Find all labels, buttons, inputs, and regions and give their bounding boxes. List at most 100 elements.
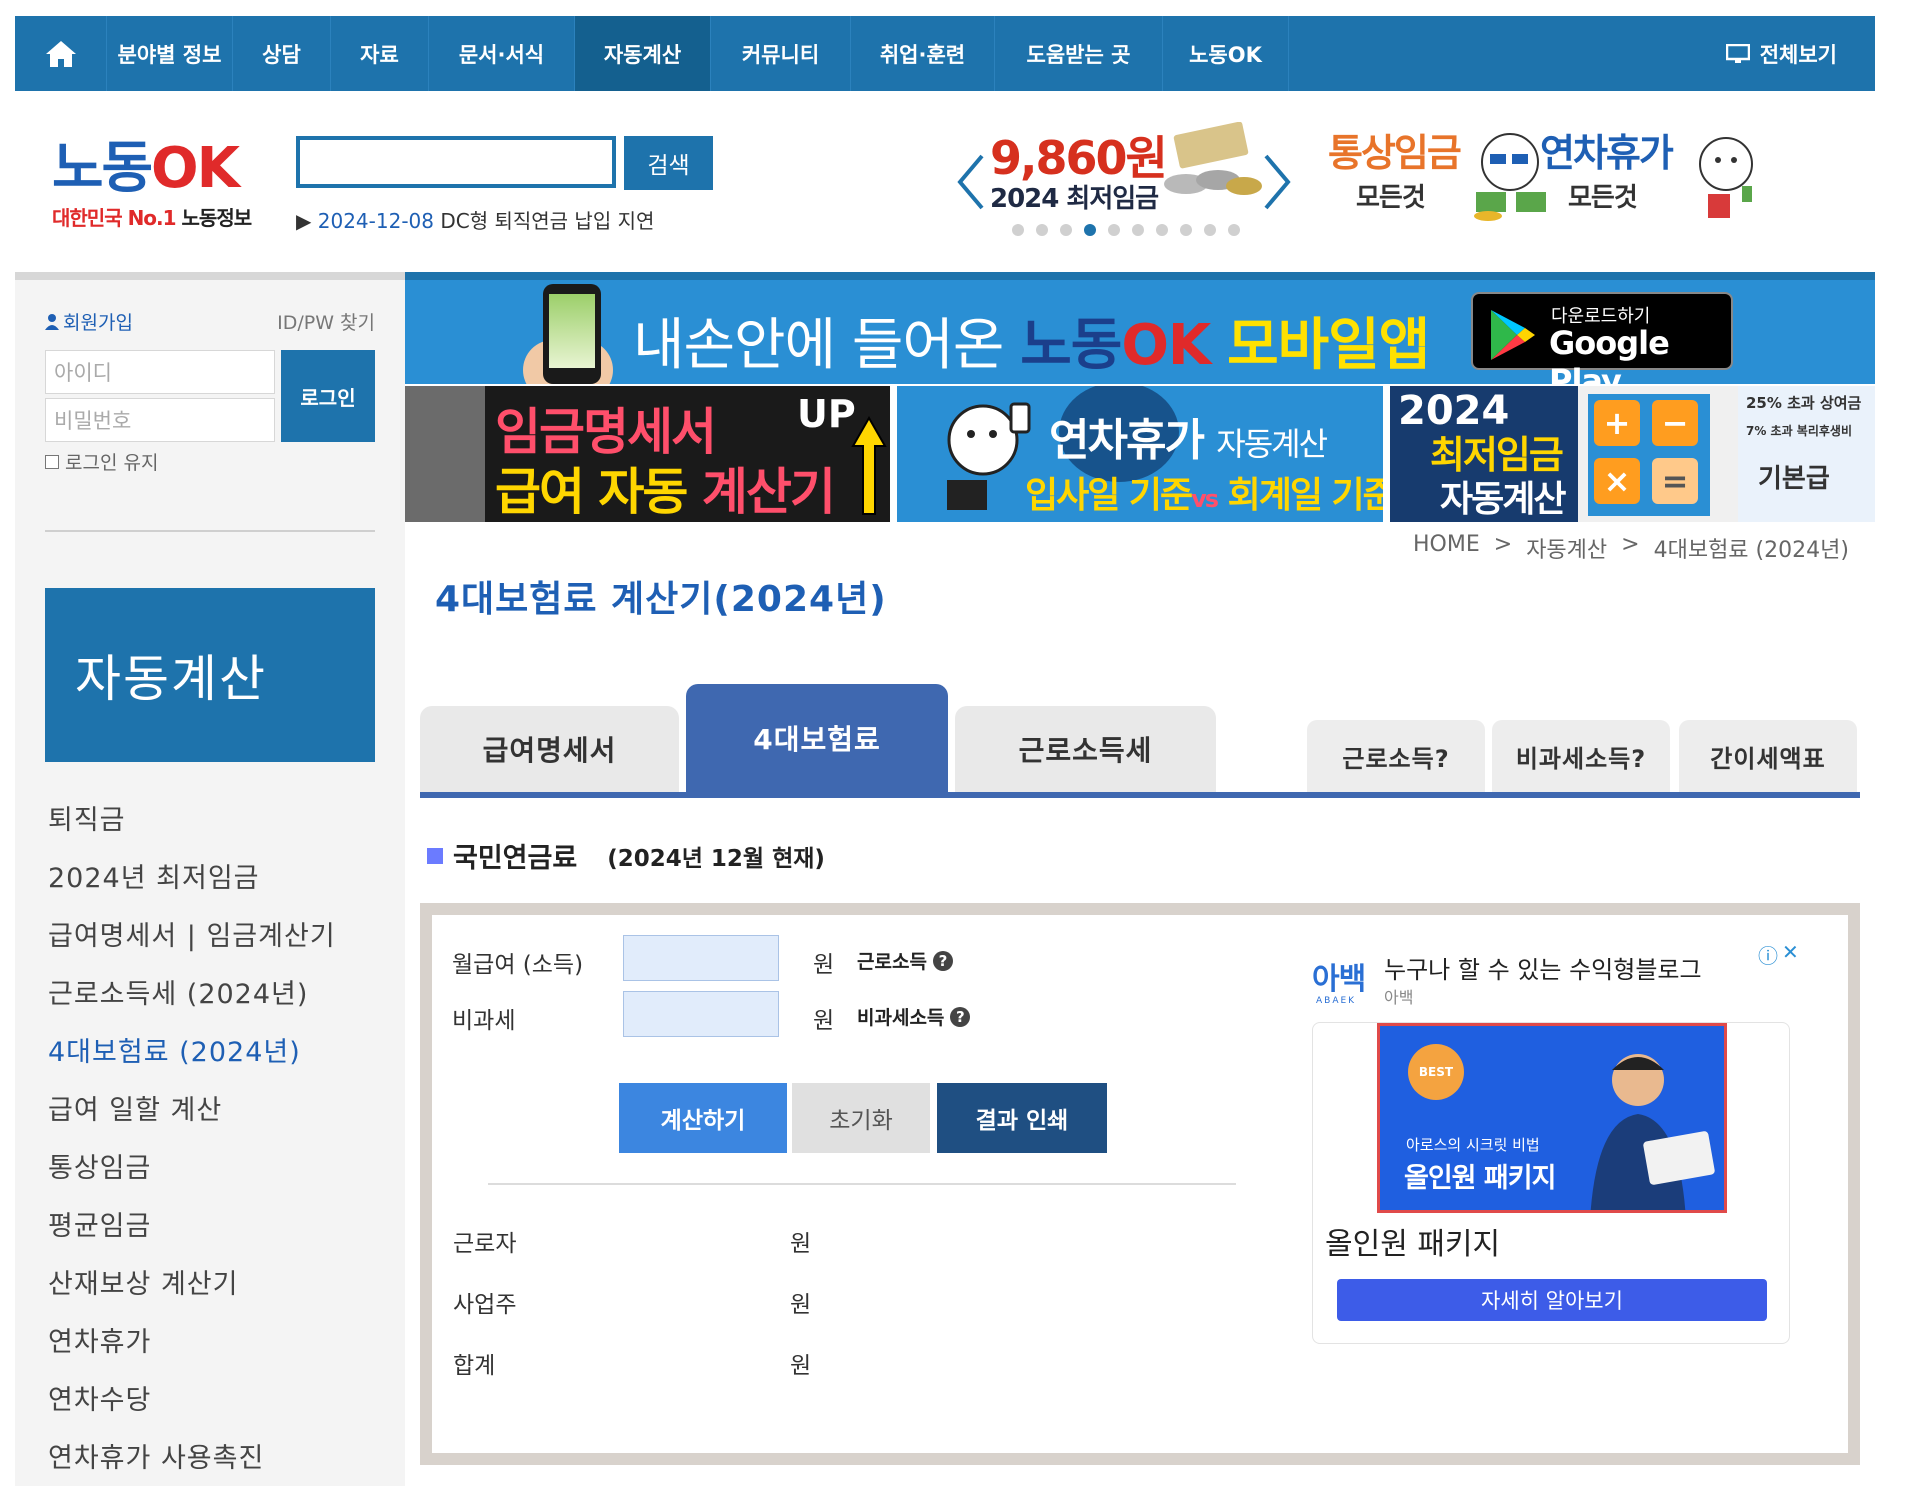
sidebar-item-severance[interactable]: 퇴직금 bbox=[48, 792, 336, 850]
leave-banner-small: 자동계산 bbox=[1216, 425, 1328, 463]
tab-nontax-income-help[interactable]: 비과세소득? bbox=[1492, 720, 1670, 792]
breadcrumb-home[interactable]: HOME bbox=[1413, 532, 1480, 564]
ad-choices[interactable]: ⓘ ✕ bbox=[1758, 940, 1799, 969]
sidebar-top-line bbox=[15, 272, 405, 280]
slider-dot[interactable] bbox=[1156, 224, 1168, 236]
ad-headline[interactable]: 누구나 할 수 있는 수익형블로그 bbox=[1384, 950, 1702, 985]
nontax-income-help[interactable]: 비과세소득 ? bbox=[857, 1003, 971, 1030]
close-icon[interactable]: ✕ bbox=[1782, 940, 1799, 969]
slider-dot-active[interactable] bbox=[1084, 224, 1096, 236]
nav-resources[interactable]: 자료 bbox=[331, 16, 429, 91]
sidebar-item-daily-pay[interactable]: 급여 일할 계산 bbox=[48, 1082, 336, 1140]
app-banner-brand-ko: 노동 bbox=[1020, 313, 1122, 378]
monitor-icon bbox=[1725, 43, 1750, 63]
calculate-button[interactable]: 계산하기 bbox=[619, 1083, 787, 1153]
breadcrumb-auto-calc[interactable]: 자동계산 bbox=[1526, 532, 1607, 564]
nav-documents[interactable]: 문서·서식 bbox=[429, 16, 575, 91]
wage-paper-image: 25% 초과 상여금 7% 초과 복리후생비 기본급 bbox=[1738, 386, 1875, 522]
nav-jobs[interactable]: 취업·훈련 bbox=[851, 16, 995, 91]
slider-next-icon[interactable] bbox=[1262, 152, 1292, 212]
slider-dot[interactable] bbox=[1180, 224, 1192, 236]
find-id-pw-link[interactable]: ID/PW 찾기 bbox=[277, 308, 375, 335]
slider-dot[interactable] bbox=[1204, 224, 1216, 236]
promo-ordinary-wage[interactable]: 통상임금 모든것 bbox=[1328, 122, 1546, 232]
google-play-button[interactable]: 다운로드하기 Google Play bbox=[1471, 292, 1733, 384]
slider-dot[interactable] bbox=[1132, 224, 1144, 236]
ad-image[interactable]: BEST 아로스의 시크릿 비법 올인원 패키지 bbox=[1377, 1023, 1727, 1213]
sidebar: 회원가입 ID/PW 찾기 아이디 비밀번호 로그인 로그인 유지 자동계산 퇴… bbox=[15, 272, 405, 1486]
info-icon[interactable]: ⓘ bbox=[1758, 940, 1778, 969]
tab-earned-income-help[interactable]: 근로소득? bbox=[1307, 720, 1485, 792]
sidebar-item-income-tax[interactable]: 근로소득세 (2024년) bbox=[48, 966, 336, 1024]
min-wage-calculator-banner[interactable]: 2024 최저임금 자동계산 + − × = 25% 초과 상여금 7% 초과 … bbox=[1390, 386, 1875, 522]
question-icon[interactable]: ? bbox=[932, 950, 953, 971]
slider-dot[interactable] bbox=[1012, 224, 1024, 236]
nav-community[interactable]: 커뮤니티 bbox=[711, 16, 851, 91]
payslip-calculator-banner[interactable]: 임금명세서 급여 자동 계산기 UP bbox=[405, 386, 890, 522]
pay-banner-up: UP bbox=[797, 392, 856, 436]
tab-income-tax[interactable]: 근로소득세 bbox=[955, 706, 1216, 792]
nav-field-info[interactable]: 분야별 정보 bbox=[107, 16, 233, 91]
user-icon bbox=[45, 313, 59, 330]
paper-line1: 25% 초과 상여금 bbox=[1746, 394, 1862, 412]
mobile-app-banner[interactable]: 내손안에 들어온 노동OK 모바일앱 다운로드하기 Google Play bbox=[405, 280, 1875, 384]
print-result-button[interactable]: 결과 인쇄 bbox=[937, 1083, 1107, 1153]
home-button[interactable] bbox=[15, 16, 107, 91]
page-title: 4대보험료 계산기(2024년) bbox=[435, 579, 887, 620]
login-button[interactable]: 로그인 bbox=[281, 350, 375, 442]
fullview-button[interactable]: 전체보기 bbox=[1725, 16, 1875, 91]
checkbox-icon[interactable] bbox=[45, 454, 59, 469]
search-input[interactable] bbox=[296, 136, 616, 188]
section-as-of: (2024년 12월 현재) bbox=[607, 845, 825, 872]
leave-calculator-banner[interactable]: 연차휴가 자동계산 입사일 기준vs 회계일 기준 bbox=[897, 386, 1383, 522]
result-employee-label: 근로자 bbox=[453, 1231, 517, 1257]
min-wage-banner-panel: 2024 최저임금 자동계산 bbox=[1390, 386, 1578, 522]
google-play-label: Google Play bbox=[1549, 324, 1670, 384]
ad-learn-more-button[interactable]: 자세히 알아보기 bbox=[1337, 1279, 1767, 1321]
salary-input[interactable] bbox=[623, 935, 779, 981]
id-input[interactable]: 아이디 bbox=[45, 350, 275, 394]
sidebar-item-annual-leave[interactable]: 연차휴가 bbox=[48, 1314, 336, 1372]
ad-title[interactable]: 올인원 패키지 bbox=[1325, 1219, 1500, 1263]
reset-button[interactable]: 초기화 bbox=[792, 1083, 930, 1153]
nontax-input[interactable] bbox=[623, 991, 779, 1037]
logo-tagline-black: 노동정보 bbox=[181, 206, 253, 230]
advertisement[interactable]: 아백 ABAEK 누구나 할 수 있는 수익형블로그 아백 ⓘ ✕ BEST 아… bbox=[1296, 930, 1816, 1350]
tab-payslip[interactable]: 급여명세서 bbox=[420, 706, 679, 792]
sidebar-item-leave-promotion[interactable]: 연차휴가 사용촉진 bbox=[48, 1430, 336, 1486]
result-employer-unit: 원 bbox=[790, 1292, 812, 1318]
slider-dot[interactable] bbox=[1228, 224, 1240, 236]
site-logo[interactable]: 노동OK 대한민국 No.1 노동정보 bbox=[52, 138, 262, 231]
slider-dot[interactable] bbox=[1060, 224, 1072, 236]
nav-auto-calc[interactable]: 자동계산 bbox=[575, 16, 711, 91]
nav-help[interactable]: 도움받는 곳 bbox=[995, 16, 1163, 91]
search-button[interactable]: 검색 bbox=[624, 136, 713, 190]
news-ticker[interactable]: ▶ 2024-12-08 DC형 퇴직연금 납입 지연 bbox=[296, 205, 654, 234]
password-input[interactable]: 비밀번호 bbox=[45, 398, 275, 442]
tab-tax-table[interactable]: 간이세액표 bbox=[1679, 720, 1857, 792]
tab-insurance[interactable]: 4대보험료 bbox=[686, 684, 948, 792]
nav-consult[interactable]: 상담 bbox=[233, 16, 331, 91]
sidebar-item-industrial-accident[interactable]: 산재보상 계산기 bbox=[48, 1256, 336, 1314]
sidebar-item-ordinary-wage[interactable]: 통상임금 bbox=[48, 1140, 336, 1198]
sidebar-item-payslip[interactable]: 급여명세서 | 임금계산기 bbox=[48, 908, 336, 966]
join-link[interactable]: 회원가입 bbox=[45, 308, 133, 335]
sidebar-divider bbox=[45, 530, 375, 532]
sidebar-item-min-wage[interactable]: 2024년 최저임금 bbox=[48, 850, 336, 908]
promo-annual-leave[interactable]: 연차휴가 모든것 bbox=[1540, 122, 1753, 232]
keep-login-checkbox[interactable]: 로그인 유지 bbox=[45, 448, 158, 475]
nav-nodong-ok[interactable]: 노동OK bbox=[1163, 16, 1289, 91]
sidebar-item-insurance[interactable]: 4대보험료 (2024년) bbox=[48, 1024, 336, 1082]
slider-dot[interactable] bbox=[1036, 224, 1048, 236]
ad-card[interactable]: BEST 아로스의 시크릿 비법 올인원 패키지 올인원 패키지 자세히 알아보… bbox=[1312, 1022, 1790, 1344]
promo-slider[interactable]: 9,860원 2024 최저임금 bbox=[956, 112, 1296, 242]
sidebar-item-average-wage[interactable]: 평균임금 bbox=[48, 1198, 336, 1256]
section-name: 국민연금료 bbox=[453, 843, 578, 874]
question-icon[interactable]: ? bbox=[950, 1006, 971, 1027]
slider-prev-icon[interactable] bbox=[956, 152, 986, 212]
tab-underline bbox=[420, 792, 1860, 798]
min-wage-banner-auto: 자동계산 bbox=[1440, 479, 1566, 520]
slider-dot[interactable] bbox=[1108, 224, 1120, 236]
sidebar-item-leave-allowance[interactable]: 연차수당 bbox=[48, 1372, 336, 1430]
earned-income-help[interactable]: 근로소득 ? bbox=[857, 947, 953, 974]
